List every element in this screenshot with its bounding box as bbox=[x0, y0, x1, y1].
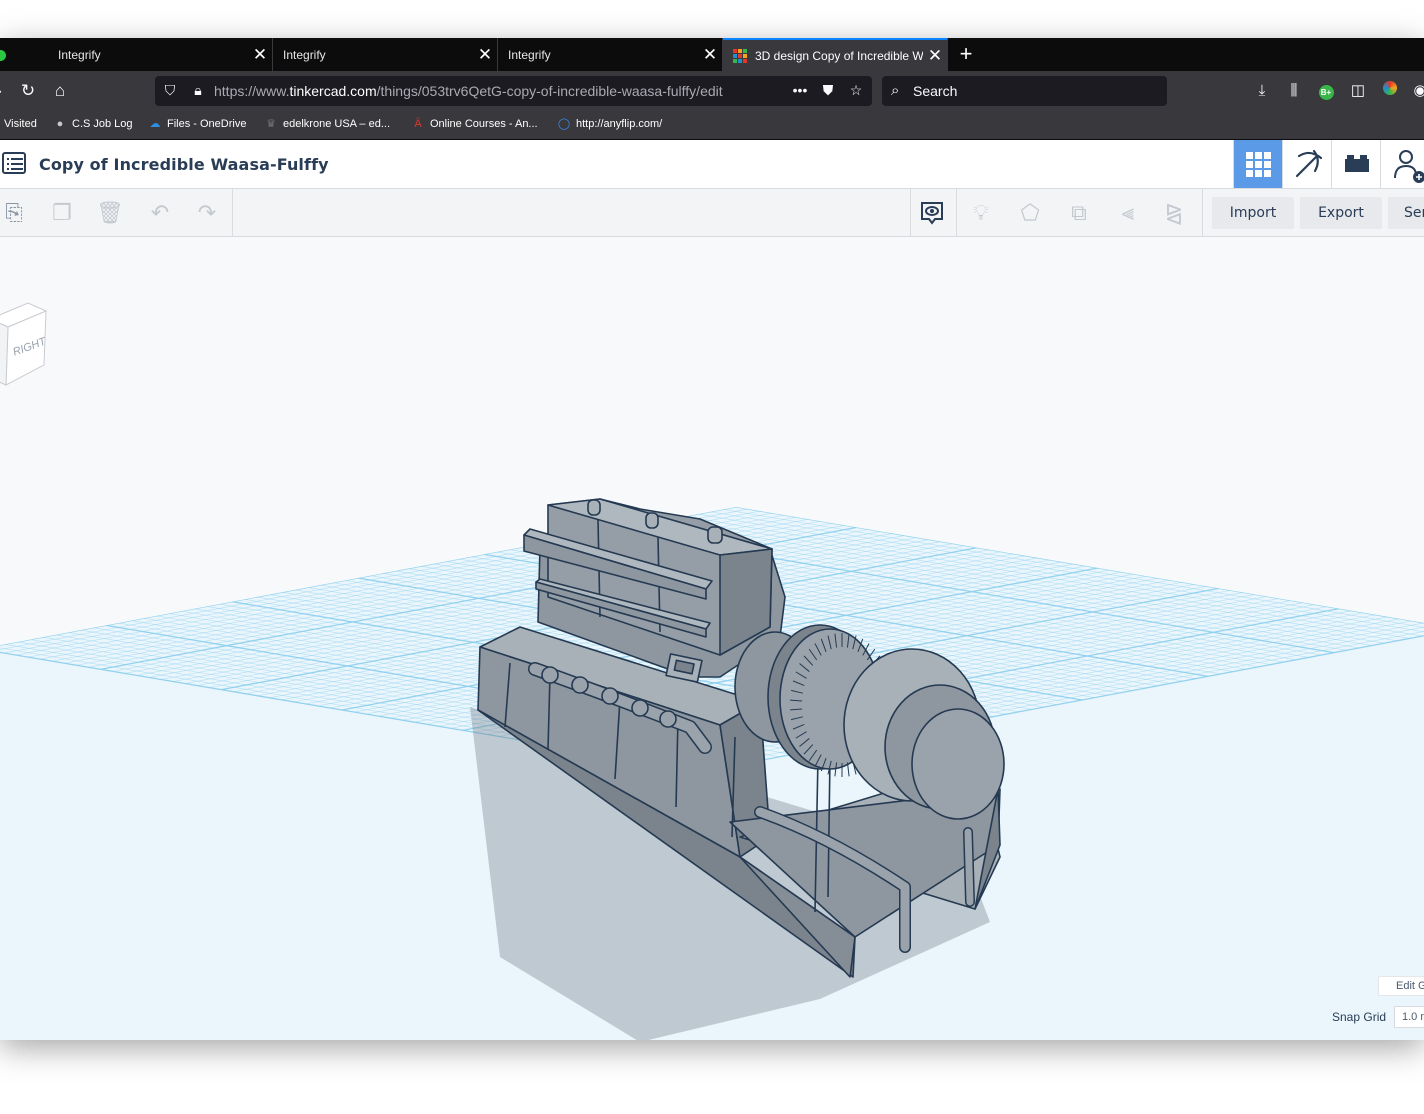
url-bar[interactable]: ⛉ 🔒︎ https://www.tinkercad.com/things/05… bbox=[155, 76, 872, 106]
workplane-canvas[interactable]: RIGHT bbox=[0, 237, 1424, 1040]
adobe-icon: Ä bbox=[414, 118, 422, 130]
close-icon[interactable]: ✕ bbox=[248, 45, 272, 65]
duplicate-icon[interactable]: ❐ bbox=[48, 199, 76, 227]
lock-icon[interactable]: 🔒︎ bbox=[189, 82, 207, 99]
onedrive-icon: ☁ bbox=[149, 118, 161, 130]
edelkrone-icon: ♛ bbox=[266, 118, 276, 130]
brick-icon bbox=[1345, 155, 1369, 172]
snap-grid-select[interactable]: 1.0 mm bbox=[1394, 1006, 1424, 1028]
tab-title: Integrify bbox=[283, 47, 326, 62]
browser-tab[interactable]: Integrify ✕ bbox=[498, 38, 723, 71]
comment-eye-icon bbox=[921, 202, 943, 225]
search-icon: ⌕ bbox=[891, 82, 900, 99]
bricks-view-button[interactable] bbox=[1331, 140, 1380, 188]
paste-icon[interactable]: ⎘ bbox=[0, 199, 28, 227]
browser-tab-active[interactable]: 3D design Copy of Incredible W ✕ bbox=[723, 38, 948, 71]
tab-title: Integrify bbox=[508, 47, 551, 62]
bookmark-item[interactable]: ◯ http://anyflip.com/ bbox=[557, 118, 662, 130]
tracking-protection-icon[interactable]: ⛉ bbox=[161, 82, 179, 99]
account-icon[interactable]: ◉ bbox=[1410, 81, 1424, 101]
library-icon[interactable]: ⫼ bbox=[1284, 81, 1304, 101]
bookmark-star-icon[interactable]: ☆ bbox=[847, 82, 865, 99]
toolbar-divider bbox=[956, 189, 957, 237]
browser-tab[interactable]: Integrify ✕ bbox=[273, 38, 498, 71]
snap-grid-label: Snap Grid bbox=[1332, 1010, 1387, 1024]
align-icon[interactable]: ⫷ bbox=[1114, 199, 1142, 227]
ungroup-icon[interactable]: ⧉ bbox=[1065, 199, 1093, 227]
undo-icon[interactable]: ↶ bbox=[146, 199, 174, 227]
import-button[interactable]: Import bbox=[1212, 197, 1294, 229]
navigation-bar: › ↻ ⌂ ⛉ 🔒︎ https://www.tinkercad.com/thi… bbox=[0, 71, 1424, 111]
share-user-button[interactable] bbox=[1380, 140, 1424, 188]
add-user-icon bbox=[1394, 150, 1424, 183]
tab-title: Integrify bbox=[58, 47, 101, 62]
lightbulb-icon[interactable]: 💡︎ bbox=[967, 199, 995, 227]
url-text[interactable]: https://www.tinkercad.com/things/053trv6… bbox=[214, 83, 723, 99]
forward-icon[interactable]: › bbox=[0, 80, 10, 102]
home-icon[interactable]: ⌂ bbox=[49, 80, 71, 102]
blocks-view-button[interactable] bbox=[1282, 140, 1331, 188]
edit-grid-button[interactable]: Edit Grid bbox=[1378, 976, 1424, 996]
send-to-button[interactable]: Ser bbox=[1388, 197, 1424, 229]
bookmark-item[interactable]: ● C.S Job Log bbox=[53, 118, 133, 130]
export-button[interactable]: Export bbox=[1300, 197, 1382, 229]
design-title[interactable]: Copy of Incredible Waasa-Fulffy bbox=[39, 155, 329, 174]
tab-title: 3D design Copy of Incredible W bbox=[755, 48, 923, 63]
window-zoom-button[interactable] bbox=[0, 50, 6, 61]
bookmark-item[interactable]: ☁ Files - OneDrive bbox=[148, 118, 247, 130]
tinkercad-favicon-icon bbox=[733, 48, 747, 63]
extension-icon[interactable]: B+ bbox=[1316, 81, 1336, 101]
anyflip-icon: ◯ bbox=[557, 118, 571, 130]
reload-icon[interactable]: ↻ bbox=[17, 80, 39, 102]
pickaxe-icon bbox=[1295, 149, 1323, 178]
group-icon[interactable]: ⬠ bbox=[1016, 199, 1044, 227]
search-input[interactable]: ⌕ Search bbox=[882, 76, 1167, 106]
tab-strip: Integrify ✕ Integrify ✕ Integrify ✕ 3D d… bbox=[0, 38, 1424, 71]
close-icon[interactable]: ✕ bbox=[473, 45, 497, 65]
close-icon[interactable]: ✕ bbox=[698, 45, 722, 65]
redo-icon[interactable]: ↷ bbox=[193, 199, 221, 227]
view-cube[interactable]: RIGHT bbox=[0, 302, 49, 386]
bookmarks-toolbar: Visited ● C.S Job Log ☁ Files - OneDrive ♛… bbox=[0, 111, 1424, 140]
toolbar-divider bbox=[1202, 189, 1203, 237]
search-placeholder: Search bbox=[913, 83, 958, 99]
editor-toolbar: ⎘ ❐ 🗑︎ ↶ ↷ 💡︎ ⬠ ⧉ ⫷ ⧎ Import Export Ser bbox=[0, 189, 1424, 237]
workplane-viewport[interactable]: RIGHT Edit Grid Snap Grid 1.0 mm bbox=[0, 237, 1424, 1040]
browser-window: Integrify ✕ Integrify ✕ Integrify ✕ 3D d… bbox=[0, 38, 1424, 1040]
design-menu-icon[interactable] bbox=[2, 152, 26, 174]
mirror-icon[interactable]: ⧎ bbox=[1160, 199, 1188, 227]
grid-icon bbox=[1246, 152, 1271, 177]
color-extension-icon[interactable] bbox=[1380, 81, 1400, 101]
page-actions-icon[interactable]: ••• bbox=[791, 82, 809, 98]
delete-icon[interactable]: 🗑︎ bbox=[96, 199, 124, 227]
pocket-icon[interactable]: ⛊ bbox=[819, 82, 837, 99]
bookmark-item[interactable]: Ä Online Courses - An... bbox=[411, 118, 537, 130]
bookmark-item[interactable]: ♛ edelkrone USA – ed... bbox=[264, 118, 390, 130]
downloads-icon[interactable]: ⤓ bbox=[1252, 81, 1272, 101]
browser-tab[interactable]: Integrify ✕ bbox=[48, 38, 273, 71]
3d-view-button[interactable] bbox=[1233, 140, 1282, 188]
tinkercad-header: Copy of Incredible Waasa-Fulffy bbox=[0, 140, 1424, 189]
new-tab-icon[interactable]: + bbox=[955, 42, 977, 66]
sidebar-icon[interactable]: ◫ bbox=[1348, 81, 1368, 101]
notes-icon[interactable] bbox=[918, 199, 946, 227]
apple-icon: ● bbox=[56, 118, 64, 130]
close-icon[interactable]: ✕ bbox=[923, 46, 947, 66]
toolbar-divider bbox=[910, 189, 911, 237]
toolbar-divider bbox=[232, 189, 233, 237]
bookmark-item[interactable]: Visited bbox=[4, 118, 37, 130]
